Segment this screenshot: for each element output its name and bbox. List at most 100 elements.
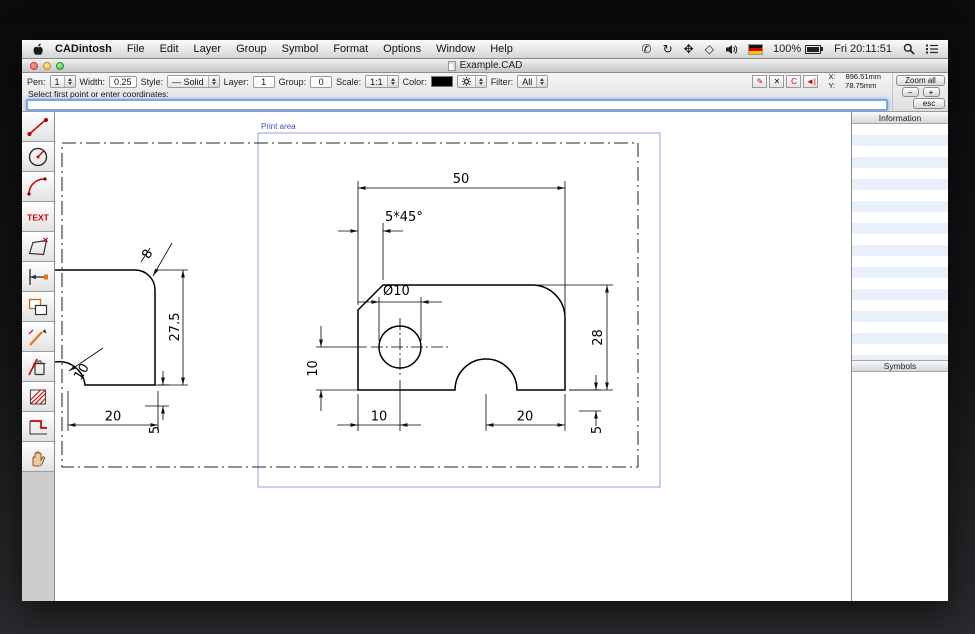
hatch-tool-icon: [25, 385, 51, 409]
hatch-tool[interactable]: [22, 382, 54, 412]
shape-icon[interactable]: ◇: [705, 43, 714, 55]
pen-settings-select[interactable]: [457, 75, 487, 88]
stepper-icon: [475, 76, 486, 87]
information-header: Information: [852, 112, 948, 124]
zoom-out-button[interactable]: –: [902, 87, 919, 97]
circle-tool[interactable]: [22, 142, 54, 172]
symbols-list[interactable]: [852, 372, 948, 601]
layer-label: Layer:: [224, 77, 249, 87]
snap-mode-icon[interactable]: ◄|: [803, 75, 818, 88]
filter-label: Filter:: [491, 77, 514, 87]
symbols-header: Symbols: [852, 360, 948, 372]
spotlight-icon[interactable]: [903, 43, 915, 55]
y-label: Y:: [828, 82, 835, 91]
apple-icon: [32, 43, 43, 56]
left-part-outline: [55, 270, 155, 385]
scale-label: Scale:: [336, 77, 361, 87]
menu-options[interactable]: Options: [383, 43, 421, 55]
pencil-icon: [25, 325, 51, 349]
center-lines: [371, 318, 451, 376]
phone-icon[interactable]: ✆: [642, 43, 652, 55]
menu-app-name[interactable]: CADintosh: [55, 43, 112, 55]
battery-indicator[interactable]: 100%: [773, 43, 823, 55]
menu-list-icon[interactable]: [926, 44, 938, 54]
zoom-all-button[interactable]: Zoom all: [896, 75, 945, 86]
dim-left-radius: 8: [139, 247, 156, 262]
menu-edit[interactable]: Edit: [160, 43, 179, 55]
polygon-tool-icon: [25, 235, 51, 259]
menu-layer[interactable]: Layer: [194, 43, 222, 55]
copy-tool-icon: [25, 295, 51, 319]
desktop: { "menubar": { "app_name": "CADintosh", …: [0, 0, 975, 634]
color-swatch[interactable]: [431, 76, 453, 87]
coordinate-input[interactable]: [26, 99, 888, 111]
menu-help[interactable]: Help: [490, 43, 513, 55]
circle-tool-icon: [25, 145, 51, 169]
group-field[interactable]: 0: [310, 76, 332, 88]
stepper-icon: [208, 76, 219, 87]
information-list[interactable]: [852, 124, 948, 360]
keyboard-layout-flag-icon[interactable]: [749, 45, 762, 54]
stepper-icon: [64, 76, 75, 87]
menu-file[interactable]: File: [127, 43, 145, 55]
text-tool[interactable]: TEXT: [22, 202, 54, 232]
pan-tool[interactable]: [22, 442, 54, 472]
apple-menu[interactable]: [32, 43, 43, 56]
dim-left-offset: 5: [148, 426, 163, 434]
document-icon: [448, 61, 456, 71]
style-label: Style:: [141, 77, 164, 87]
window-title: Example.CAD: [460, 60, 523, 71]
window-title-bar[interactable]: Example.CAD: [22, 59, 948, 73]
zoom-in-button[interactable]: +: [923, 87, 940, 97]
minimize-button[interactable]: [43, 62, 51, 70]
right-panel: Information Symbols: [851, 112, 948, 601]
zoom-button[interactable]: [56, 62, 64, 70]
pen-mode-icon[interactable]: ✎: [752, 75, 767, 88]
prompt-text: Select first point or enter coordinates:: [22, 90, 892, 99]
pen-select[interactable]: 1: [50, 75, 76, 88]
menu-format[interactable]: Format: [333, 43, 368, 55]
drawing-area[interactable]: Print area: [55, 112, 851, 601]
dim-notch-depth: 5: [590, 426, 605, 434]
style-select[interactable]: — Solid: [167, 75, 220, 88]
menu-symbol[interactable]: Symbol: [282, 43, 319, 55]
arc-tool[interactable]: [22, 172, 54, 202]
dim-bottom-right: 20: [517, 410, 534, 425]
copy-mode-icon[interactable]: C: [786, 75, 801, 88]
esc-button[interactable]: esc: [913, 98, 945, 109]
filter-select[interactable]: All: [517, 75, 548, 88]
layer-field[interactable]: 1: [253, 76, 275, 88]
dim-left-arc: 10: [71, 361, 92, 383]
menu-clock[interactable]: Fri 20:11:51: [834, 43, 892, 55]
polygon-tool[interactable]: [22, 232, 54, 262]
polyline-tool-icon: [25, 415, 51, 439]
y-value: 78.75mm: [845, 82, 876, 91]
edit-tool[interactable]: [22, 322, 54, 352]
scale-select[interactable]: 1:1: [365, 75, 399, 88]
sync-icon[interactable]: ↻: [663, 43, 673, 55]
stepper-icon: [536, 76, 547, 87]
width-field[interactable]: 0.25: [109, 76, 137, 88]
menu-window[interactable]: Window: [436, 43, 475, 55]
dim-right-height: 28: [591, 329, 606, 346]
dim-left-height: 27.5: [168, 313, 183, 342]
delete-tool[interactable]: [22, 352, 54, 382]
copy-tool[interactable]: [22, 292, 54, 322]
trash-icon: [25, 355, 51, 379]
coordinate-readout: X:896.51mm Y:78.75mm: [828, 73, 881, 90]
move-icon[interactable]: ✥: [684, 43, 694, 55]
menu-group[interactable]: Group: [236, 43, 267, 55]
dimension-tool[interactable]: [22, 262, 54, 292]
dim-chamfer: 5*45°: [385, 210, 423, 225]
battery-icon: [805, 45, 823, 54]
polyline-tool[interactable]: [22, 412, 54, 442]
tool-palette: TEXT: [22, 112, 55, 601]
color-label: Color:: [403, 77, 427, 87]
close-button[interactable]: [30, 62, 38, 70]
drawing-canvas[interactable]: Print area: [55, 112, 851, 601]
volume-icon[interactable]: [725, 44, 738, 55]
dim-left-width: 20: [105, 410, 122, 425]
line-tool[interactable]: [22, 112, 54, 142]
delete-mode-icon[interactable]: ✕: [769, 75, 784, 88]
width-label: Width:: [80, 77, 106, 87]
